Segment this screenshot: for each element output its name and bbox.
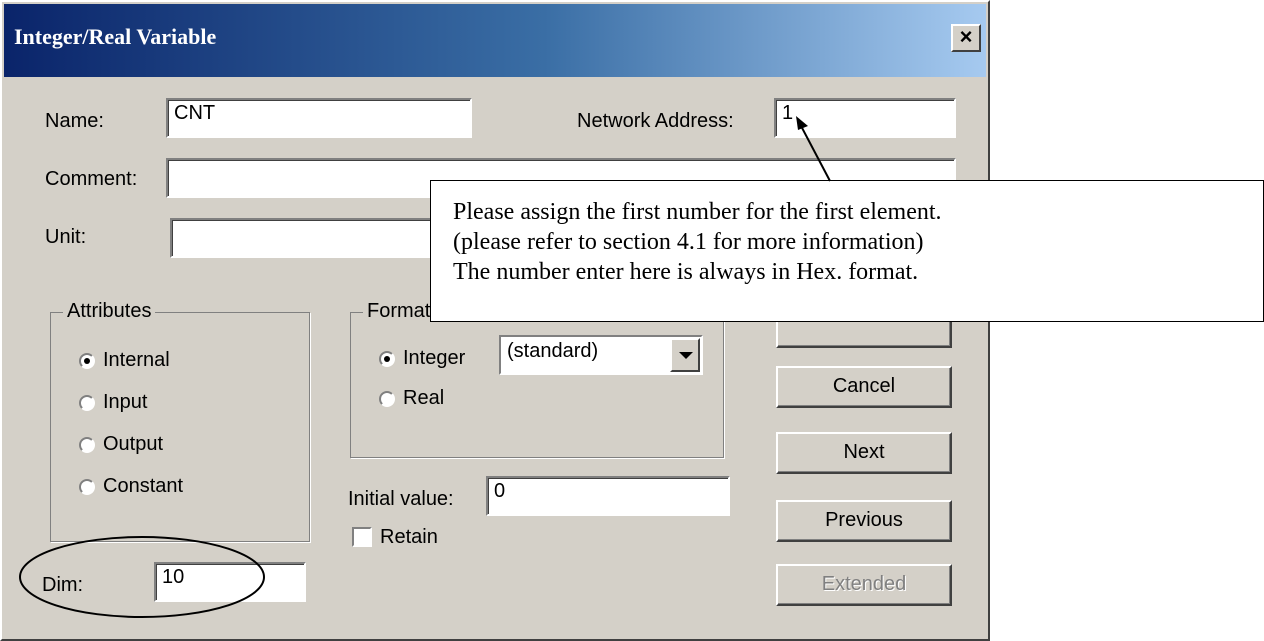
dim-highlight-ellipse: [19, 536, 265, 618]
annotation-overlay: [19, 116, 831, 618]
callout-pointer-line: [799, 123, 831, 182]
arrow-head-icon: [796, 116, 808, 130]
